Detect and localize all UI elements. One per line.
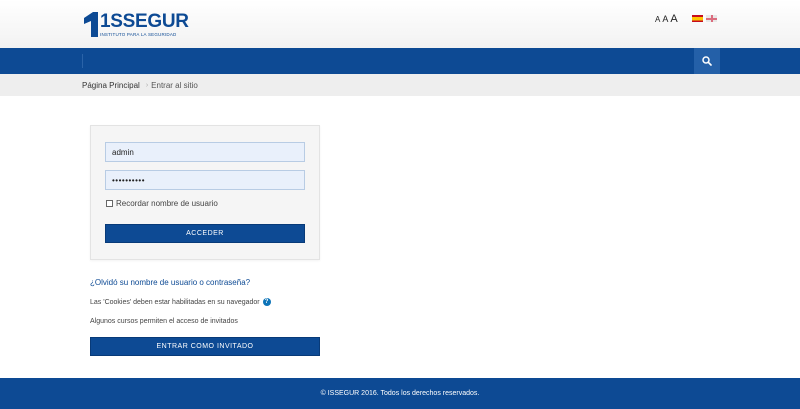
password-input[interactable] (105, 170, 305, 190)
site-header: 1SSEGUR INSTITUTO PARA LA SEGURIDAD A A … (0, 0, 800, 48)
login-form: Recordar nombre de usuario ACCEDER (90, 125, 320, 260)
guest-access-notice: Algunos cursos permiten el acceso de inv… (90, 318, 238, 325)
site-logo[interactable]: 1SSEGUR INSTITUTO PARA LA SEGURIDAD (84, 12, 189, 38)
guest-login-button[interactable]: ENTRAR COMO INVITADO (90, 337, 320, 356)
cookies-notice-text: Las 'Cookies' deben estar habilitadas en… (90, 298, 260, 306)
font-size-large-button[interactable]: A (670, 13, 677, 25)
main-navbar (0, 48, 800, 74)
font-size-small-button[interactable]: A (655, 15, 660, 24)
site-footer: © ISSEGUR 2016. Todos los derechos reser… (0, 378, 800, 409)
search-button[interactable] (694, 48, 720, 74)
font-size-medium-button[interactable]: A (662, 14, 668, 24)
cookies-notice: Las 'Cookies' deben estar habilitadas en… (90, 298, 271, 306)
forgot-password-link[interactable]: ¿Olvidó su nombre de usuario o contraseñ… (90, 278, 250, 287)
breadcrumb-separator-icon: › (145, 82, 149, 89)
language-selector (692, 15, 717, 22)
es-flag-icon[interactable] (692, 15, 703, 22)
remember-username: Recordar nombre de usuario (106, 199, 218, 208)
breadcrumb: Página Principal › Entrar al sitio (82, 81, 198, 90)
remember-username-label: Recordar nombre de usuario (116, 199, 218, 208)
breadcrumb-home-link[interactable]: Página Principal (82, 81, 140, 90)
font-size-controls: A A A (655, 13, 680, 25)
logo-mark-icon (84, 12, 98, 37)
login-submit-button[interactable]: ACCEDER (105, 224, 305, 243)
logo-name: 1SSEGUR (100, 11, 189, 32)
help-icon[interactable]: ? (262, 298, 271, 306)
logo-tagline: INSTITUTO PARA LA SEGURIDAD (100, 32, 177, 37)
uk-flag-icon[interactable] (706, 15, 717, 22)
footer-copyright: © ISSEGUR 2016. Todos los derechos reser… (320, 390, 480, 397)
breadcrumb-bar: Página Principal › Entrar al sitio (0, 74, 800, 96)
remember-username-checkbox[interactable] (106, 200, 113, 207)
nav-divider (82, 54, 83, 68)
search-icon (702, 56, 712, 66)
username-input[interactable] (105, 142, 305, 162)
breadcrumb-current: Entrar al sitio (151, 81, 198, 90)
